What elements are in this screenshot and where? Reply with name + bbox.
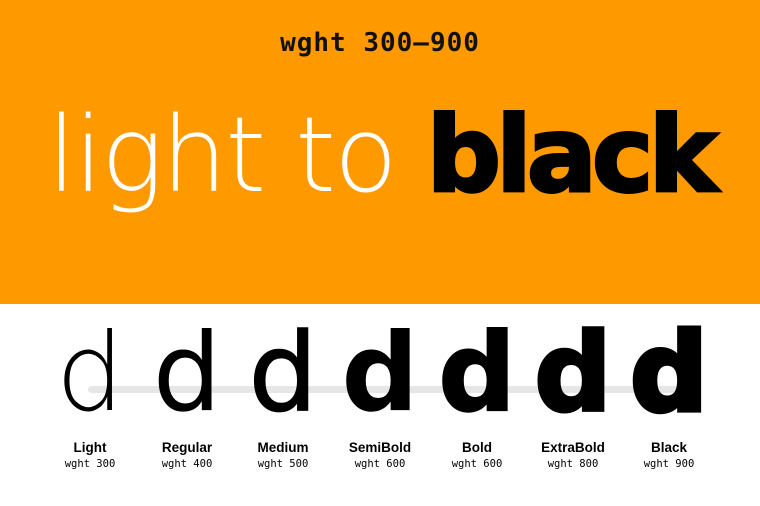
sample-extrabold: d ExtraBold wght 800 xyxy=(523,311,623,470)
headline: light to black xyxy=(0,94,760,217)
weight-value-light: wght 300 xyxy=(64,458,116,470)
hero-banner: wght 300–900 light to black xyxy=(0,0,760,304)
weight-value-bold: wght 600 xyxy=(451,458,503,470)
weight-name-extrabold: ExtraBold xyxy=(541,440,605,455)
glyph-bold: d xyxy=(437,311,516,436)
sample-medium: d Medium wght 500 xyxy=(233,311,333,470)
headline-black-text: black xyxy=(425,94,719,217)
glyph-light: d xyxy=(55,311,125,436)
weight-value-black: wght 900 xyxy=(643,458,695,470)
weight-name-semibold: SemiBold xyxy=(348,440,412,455)
glyph-extrabold: d xyxy=(533,311,614,436)
weight-name-bold: Bold xyxy=(462,440,492,455)
sample-regular: d Regular wght 400 xyxy=(137,311,237,471)
weight-value-semibold: wght 600 xyxy=(354,458,406,470)
sample-light: d Light wght 300 xyxy=(40,311,140,471)
glyph-regular: d xyxy=(152,311,222,436)
sample-semibold: d SemiBold wght 600 xyxy=(330,311,430,471)
weight-value-medium: wght 500 xyxy=(257,458,309,470)
glyph-medium: d xyxy=(248,311,318,436)
headline-light-text: light to xyxy=(47,94,427,216)
axis-range-label: wght 300–900 xyxy=(280,28,480,58)
weight-name-black: Black xyxy=(650,440,688,455)
weight-name-regular: Regular xyxy=(161,440,213,455)
weight-samples: d Light wght 300 d Regular wght 400 d Me… xyxy=(0,311,760,488)
sample-black: d Black wght 900 xyxy=(619,311,719,470)
glyph-black: d xyxy=(628,311,710,436)
sample-bold: d Bold wght 600 xyxy=(427,311,527,471)
weight-name-light: Light xyxy=(73,440,107,455)
weight-value-extrabold: wght 800 xyxy=(547,458,599,470)
weight-name-medium: Medium xyxy=(257,440,309,455)
weight-value-regular: wght 400 xyxy=(161,458,213,470)
glyph-semibold: d xyxy=(341,311,419,436)
